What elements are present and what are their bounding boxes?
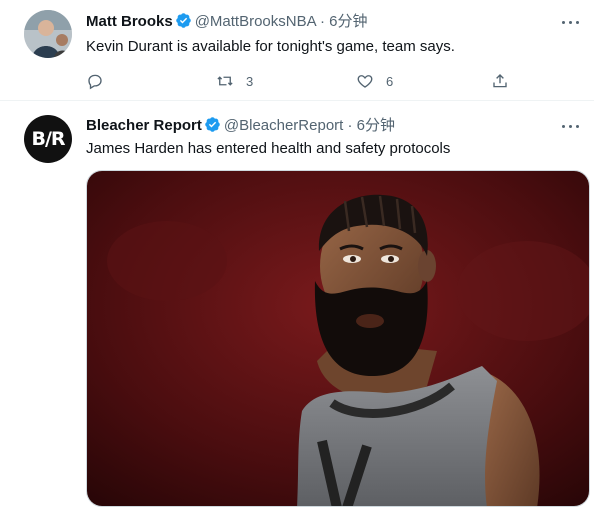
verified-badge-icon <box>175 13 191 28</box>
tweet-text: James Harden has entered health and safe… <box>86 140 451 157</box>
like-button[interactable]: 6 <box>356 71 393 91</box>
author-handle[interactable]: @BleacherReport <box>224 117 343 134</box>
tweet-matt-brooks[interactable]: Matt Brooks @MattBrooksNBA · 6分钟 Kevin Du… <box>0 0 594 101</box>
tweet-header: Matt Brooks @MattBrooksNBA · 6分钟 <box>86 12 367 32</box>
tweet-actions: 3 6 <box>86 71 516 91</box>
avatar-photo <box>24 10 72 58</box>
timestamp[interactable]: 6分钟 <box>357 117 395 134</box>
like-icon <box>357 75 373 88</box>
author-name[interactable]: Matt Brooks <box>86 13 173 30</box>
timestamp[interactable]: 6分钟 <box>329 13 367 30</box>
verified-badge-icon <box>205 117 220 132</box>
like-count: 6 <box>386 73 394 89</box>
retweet-button[interactable]: 3 <box>216 71 253 91</box>
retweet-icon <box>217 76 233 86</box>
tweet-text: Kevin Durant is available for tonight's … <box>86 38 455 55</box>
avatar[interactable] <box>24 10 72 58</box>
share-icon <box>493 74 507 88</box>
more-options-icon[interactable] <box>560 12 582 32</box>
author-handle[interactable]: @MattBrooksNBA <box>195 13 316 30</box>
tweet-media-photo[interactable] <box>86 170 590 507</box>
retweet-count: 3 <box>246 73 254 89</box>
separator-dot: · <box>347 117 353 134</box>
player-photo <box>87 171 589 506</box>
tweet-header: Bleacher Report @BleacherReport · 6分钟 <box>86 116 395 136</box>
bleacher-report-logo: B/R <box>31 128 65 150</box>
reply-icon <box>88 74 102 90</box>
share-button[interactable] <box>491 71 509 91</box>
reply-button[interactable] <box>86 71 104 91</box>
more-options-icon[interactable] <box>560 116 582 136</box>
tweet-bleacher-report[interactable]: B/R Bleacher Report @BleacherReport · 6分钟… <box>0 102 594 513</box>
author-name[interactable]: Bleacher Report <box>86 117 202 134</box>
avatar[interactable]: B/R <box>24 115 72 163</box>
separator-dot: · <box>319 13 325 30</box>
